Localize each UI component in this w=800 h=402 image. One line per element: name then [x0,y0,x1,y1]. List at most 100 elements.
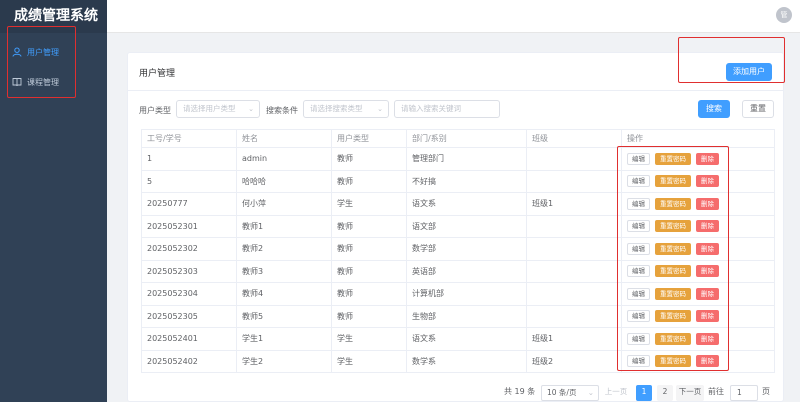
reset-password-button[interactable]: 重置密码 [655,310,691,323]
reset-button[interactable]: 重置 [742,100,774,118]
table-cell: 学生2 [236,350,332,373]
search-condition-select[interactable]: 请选择搜索类型 ⌄ [303,100,389,118]
table-cell: 教师 [331,260,407,283]
delete-button[interactable]: 删除 [696,265,719,278]
prev-page-button[interactable]: 上一页 [602,385,630,401]
edit-button[interactable]: 编辑 [627,332,650,345]
edit-button[interactable]: 编辑 [627,287,650,300]
table-cell: 计算机部 [406,282,527,306]
app-title: 成绩管理系统 [0,0,107,33]
table-cell: 教师 [331,215,407,238]
table-cell: 20250777 [141,192,237,216]
table-row: 5 哈哈哈 教师 不好搞 编辑 重置密码 删除 [141,170,775,193]
chevron-down-icon: ⌄ [587,388,594,397]
actions-cell: 编辑 重置密码 删除 [621,170,775,193]
reset-password-button[interactable]: 重置密码 [655,242,691,255]
table-cell: 英语部 [406,260,527,283]
table-cell: 语文系 [406,327,527,351]
delete-button[interactable]: 删除 [696,220,719,233]
page-size-select[interactable]: 10 条/页 ⌄ [541,385,599,401]
delete-button[interactable]: 删除 [696,242,719,255]
column-header: 部门/系别 [406,129,527,148]
delete-button[interactable]: 删除 [696,310,719,323]
table-cell: 教师 [331,170,407,193]
table-cell: 教师5 [236,305,332,328]
edit-button[interactable]: 编辑 [627,242,650,255]
edit-button[interactable]: 编辑 [627,152,650,165]
reset-password-button[interactable]: 重置密码 [655,287,691,300]
next-page-button[interactable]: 下一页 [676,385,704,401]
edit-button[interactable]: 编辑 [627,220,650,233]
table-row: 2025052305 教师5 教师 生物部 编辑 重置密码 删除 [141,305,775,328]
reset-password-button[interactable]: 重置密码 [655,197,691,210]
edit-button[interactable]: 编辑 [627,197,650,210]
table-cell [526,147,622,171]
page-size-value: 10 条/页 [547,388,577,397]
delete-button[interactable]: 删除 [696,287,719,300]
actions-cell: 编辑 重置密码 删除 [621,147,775,171]
delete-button[interactable]: 删除 [696,197,719,210]
user-type-select[interactable]: 请选择用户类型 ⌄ [176,100,260,118]
reset-password-button[interactable]: 重置密码 [655,265,691,278]
page-unit-label: 页 [762,387,770,396]
avatar[interactable]: 管 [776,7,792,23]
table-cell: 班级2 [526,350,622,373]
chevron-down-icon: ⌄ [377,105,383,113]
top-bar: 管 [107,0,800,33]
page-button-2[interactable]: 2 [657,385,673,401]
table-row: 2025052301 教师1 教师 语文部 编辑 重置密码 删除 [141,215,775,238]
pagination-total: 共 19 条 [504,387,536,396]
column-header: 工号/学号 [141,129,237,148]
sidebar-item-course-management[interactable]: 课程管理 [0,67,107,97]
table-cell [526,170,622,193]
goto-page-input[interactable]: 1 [730,385,758,401]
sidebar: 成绩管理系统 用户管理 课程管理 [0,0,107,402]
page-button-1[interactable]: 1 [636,385,652,401]
table-cell: 数学系 [406,350,527,373]
reset-password-button[interactable]: 重置密码 [655,152,691,165]
user-icon [12,47,22,57]
sidebar-item-label: 用户管理 [27,47,59,57]
table-cell: 5 [141,170,237,193]
table-cell [526,237,622,261]
actions-cell: 编辑 重置密码 删除 [621,282,775,306]
table-cell: 学生 [331,192,407,216]
table-row: 1 admin 教师 管理部门 编辑 重置密码 删除 [141,147,775,171]
table-row: 2025052302 教师2 教师 数学部 编辑 重置密码 删除 [141,237,775,261]
delete-button[interactable]: 删除 [696,152,719,165]
search-button[interactable]: 搜索 [698,100,730,118]
reset-password-button[interactable]: 重置密码 [655,175,691,188]
delete-button[interactable]: 删除 [696,175,719,188]
actions-cell: 编辑 重置密码 删除 [621,215,775,238]
table-cell: 教师 [331,305,407,328]
table-cell [526,260,622,283]
add-user-button[interactable]: 添加用户 [726,63,772,81]
table-cell: 语文系 [406,192,527,216]
reset-password-button[interactable]: 重置密码 [655,220,691,233]
reset-password-button[interactable]: 重置密码 [655,355,691,368]
edit-button[interactable]: 编辑 [627,310,650,323]
table-cell: 学生1 [236,327,332,351]
actions-cell: 编辑 重置密码 删除 [621,327,775,351]
column-header: 用户类型 [331,129,407,148]
column-header: 操作 [621,129,775,148]
keyword-input[interactable]: 请输入搜索关键词 [394,100,500,118]
edit-button[interactable]: 编辑 [627,175,650,188]
table-cell: 生物部 [406,305,527,328]
edit-button[interactable]: 编辑 [627,265,650,278]
reset-password-button[interactable]: 重置密码 [655,332,691,345]
column-header: 姓名 [236,129,332,148]
table-cell: 班级1 [526,192,622,216]
table-cell: 1 [141,147,237,171]
table-cell: 学生 [331,327,407,351]
chevron-down-icon: ⌄ [248,105,254,113]
table-cell: 教师 [331,282,407,306]
column-header: 班级 [526,129,622,148]
table-cell: 数学部 [406,237,527,261]
delete-button[interactable]: 删除 [696,355,719,368]
edit-button[interactable]: 编辑 [627,355,650,368]
table-cell: 何小萍 [236,192,332,216]
table-cell: 学生 [331,350,407,373]
delete-button[interactable]: 删除 [696,332,719,345]
sidebar-item-user-management[interactable]: 用户管理 [0,37,107,67]
